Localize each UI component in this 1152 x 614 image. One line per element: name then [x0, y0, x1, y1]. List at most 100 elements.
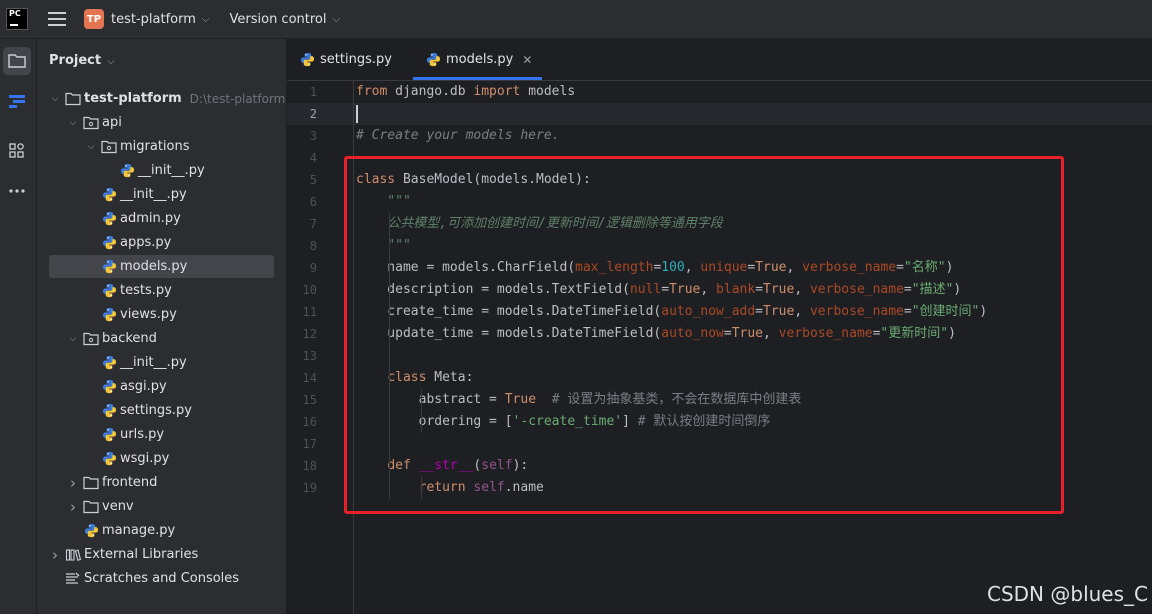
project-badge[interactable]: TP — [84, 9, 104, 29]
tree-item-venv[interactable]: › venv — [49, 495, 274, 518]
close-icon[interactable]: ✕ — [522, 53, 532, 67]
tree-item-external-libraries[interactable]: › External Libraries — [49, 543, 274, 566]
project-tool-folder-icon[interactable] — [3, 47, 31, 75]
python-file-icon — [83, 523, 99, 539]
chevron-down-icon[interactable]: ⌵ — [333, 14, 341, 25]
highlight-box — [344, 156, 1064, 514]
tree-item-tests-py[interactable]: tests.py — [49, 279, 274, 302]
structure-tool-icon[interactable] — [3, 87, 31, 115]
tree-item-views-py[interactable]: views.py — [49, 303, 274, 326]
tree-item-scratches-and-consoles[interactable]: Scratches and Consoles — [49, 567, 274, 590]
tree-item-label: venv — [102, 499, 134, 514]
python-file-icon — [101, 355, 117, 371]
tree-item-label: frontend — [102, 475, 158, 490]
tree-item-label: views.py — [120, 307, 177, 322]
line-number: 6 — [309, 195, 317, 209]
python-file-icon — [425, 52, 441, 68]
code-token: models — [520, 84, 576, 99]
main-menu-icon[interactable] — [48, 12, 66, 26]
tree-item-apps-py[interactable]: apps.py — [49, 231, 274, 254]
chevron-down-icon[interactable]: ⌵ — [202, 14, 210, 25]
project-panel-title[interactable]: Project ⌵ — [49, 53, 115, 68]
tree-item-label: backend — [102, 331, 157, 346]
editor-tabs: settings.py models.py ✕ — [287, 39, 1152, 81]
line-number: 14 — [302, 371, 317, 385]
app-logo-text: PC — [9, 9, 21, 18]
line-number: 17 — [302, 437, 317, 451]
tree-item-label: wsgi.py — [120, 451, 170, 466]
tree-item-label: __init__.py — [120, 355, 187, 370]
tree-item-label: apps.py — [120, 235, 172, 250]
python-file-icon — [101, 283, 117, 299]
tree-item-asgi-py[interactable]: asgi.py — [49, 375, 274, 398]
tree-item-backend[interactable]: ⌵ backend — [49, 327, 274, 350]
tree-item-test-platform[interactable]: ⌵ test-platform D:\test-platform — [49, 87, 286, 110]
code-line[interactable]: # Create your models here. — [356, 125, 560, 147]
plugins-grid-icon[interactable] — [3, 137, 31, 165]
package-folder-icon — [83, 115, 99, 131]
line-number: 2 — [309, 107, 317, 121]
tool-window-stripe — [0, 39, 37, 614]
tree-item-migrations[interactable]: ⌵ migrations — [49, 135, 274, 158]
text-caret — [356, 105, 358, 123]
line-number: 11 — [302, 305, 317, 319]
line-number: 12 — [302, 327, 317, 341]
tree-item-api[interactable]: ⌵ api — [49, 111, 274, 134]
more-tools-icon[interactable] — [3, 177, 31, 205]
folder-icon — [65, 91, 81, 107]
line-number: 18 — [302, 459, 317, 473]
tree-item-urls-py[interactable]: urls.py — [49, 423, 274, 446]
project-switcher[interactable]: test-platform — [111, 12, 196, 27]
tree-item-init-py[interactable]: __init__.py — [49, 351, 274, 374]
version-control-menu[interactable]: Version control — [230, 12, 327, 27]
tree-item-init-py[interactable]: __init__.py — [49, 183, 274, 206]
chevron-down-icon[interactable]: ⌵ — [49, 94, 61, 104]
tab-models[interactable]: models.py ✕ — [413, 39, 543, 80]
editor-area: settings.py models.py ✕ 1 from django.db … — [287, 39, 1152, 614]
code-token: django.db — [387, 84, 474, 99]
folder-icon — [83, 499, 99, 515]
library-icon — [65, 547, 81, 563]
tree-item-frontend[interactable]: › frontend — [49, 471, 274, 494]
chevron-right-icon[interactable]: › — [67, 498, 79, 516]
project-panel: Project ⌵ ⌵ test-platform D:\test-platform ⌵… — [37, 39, 286, 614]
chevron-down-icon: ⌵ — [107, 56, 115, 67]
chevron-right-icon[interactable]: › — [49, 546, 61, 564]
tab-label: models.py — [446, 52, 514, 67]
tree-item-label: manage.py — [102, 523, 176, 538]
pycharm-logo-icon[interactable]: PC — [6, 8, 28, 30]
tree-item-label: settings.py — [120, 403, 192, 418]
chevron-down-icon[interactable]: ⌵ — [67, 118, 79, 128]
tree-item-label: Scratches and Consoles — [84, 571, 240, 586]
tree-item-manage-py[interactable]: manage.py — [49, 519, 274, 542]
tree-item-label: __init__.py — [138, 163, 205, 178]
tab-settings[interactable]: settings.py — [299, 39, 392, 80]
chevron-down-icon[interactable]: ⌵ — [85, 142, 97, 152]
tree-item-label: __init__.py — [120, 187, 187, 202]
python-file-icon — [101, 379, 117, 395]
tree-item-label: migrations — [120, 139, 190, 154]
tree-item-settings-py[interactable]: settings.py — [49, 399, 274, 422]
chevron-down-icon[interactable]: ⌵ — [67, 334, 79, 344]
python-file-icon — [119, 163, 135, 179]
tree-item-label: External Libraries — [84, 547, 199, 562]
python-file-icon — [101, 427, 117, 443]
python-file-icon — [101, 187, 117, 203]
line-number: 5 — [309, 173, 317, 187]
line-number: 15 — [302, 393, 317, 407]
package-folder-icon — [101, 139, 117, 155]
tree-item-wsgi-py[interactable]: wsgi.py — [49, 447, 274, 470]
python-file-icon — [101, 307, 117, 323]
python-file-icon — [101, 259, 117, 275]
tree-item-label: api — [102, 115, 122, 130]
package-folder-icon — [83, 331, 99, 347]
python-file-icon — [101, 211, 117, 227]
tree-item-models-py[interactable]: models.py — [49, 255, 274, 278]
code-line[interactable]: from django.db import models — [356, 81, 575, 103]
line-number: 1 — [309, 85, 317, 99]
tree-item-admin-py[interactable]: admin.py — [49, 207, 274, 230]
chevron-right-icon[interactable]: › — [67, 474, 79, 492]
tree-item-init-py[interactable]: __init__.py — [49, 159, 274, 182]
line-number: 13 — [302, 349, 317, 363]
line-number: 3 — [309, 129, 317, 143]
